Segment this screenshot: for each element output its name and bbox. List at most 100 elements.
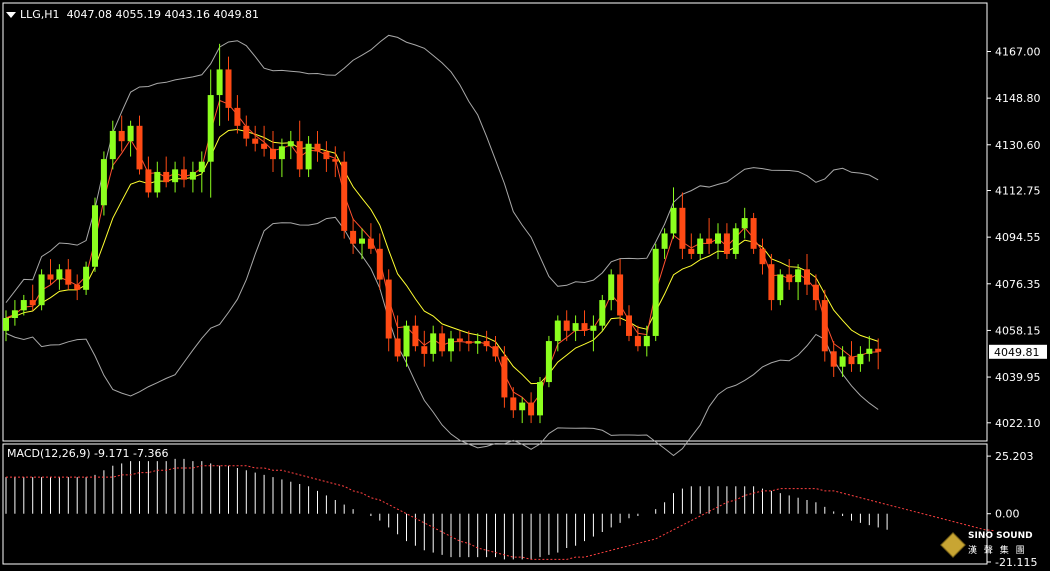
- candle-body: [581, 323, 588, 331]
- chart-canvas: 4167.00 4148.80 4130.60 4112.75 4094.55 4076.…: [2, 2, 1047, 569]
- candle-body: [848, 356, 855, 365]
- candle-body: [750, 218, 757, 249]
- candle-body: [332, 159, 339, 162]
- candle-body: [741, 218, 748, 229]
- symbol-label: LLG,H1: [20, 8, 60, 21]
- candle-body: [100, 159, 107, 206]
- candle-body: [314, 143, 321, 152]
- candle-body: [38, 274, 45, 306]
- candle-body: [448, 338, 454, 352]
- candle-body: [652, 248, 659, 336]
- candle-body: [866, 348, 873, 354]
- candle-body: [323, 151, 330, 160]
- price-axis-label: 4039.95: [995, 371, 1041, 384]
- candle-body: [252, 138, 259, 144]
- candle-body: [234, 107, 241, 126]
- candle-body: [367, 238, 374, 249]
- symbol-ohlc-header: LLG,H1 4047.08 4055.19 4043.16 4049.81: [20, 8, 259, 21]
- price-axis-label: 4112.75: [995, 185, 1041, 198]
- candle-body: [777, 274, 784, 301]
- candle-body: [207, 95, 214, 162]
- candle-body: [599, 300, 606, 326]
- candle-body: [394, 338, 401, 357]
- candle-body: [519, 402, 526, 411]
- candle-body: [821, 300, 828, 352]
- price-axis-label: 4022.10: [995, 417, 1041, 430]
- candle-body: [554, 320, 561, 342]
- candle-body: [421, 346, 428, 354]
- macd-title: MACD(12,26,9) -9.171 -7.366: [7, 447, 169, 460]
- ohlc-values: 4047.08 4055.19 4043.16 4049.81: [66, 8, 260, 21]
- brand-logo: SINO SOUND 漢 聲 集 團: [940, 531, 1042, 563]
- price-axis-label: 4058.15: [995, 324, 1041, 337]
- candle-body: [688, 248, 695, 254]
- candle-body: [74, 284, 81, 290]
- candle-body: [643, 335, 650, 347]
- candle-body: [572, 323, 579, 331]
- candle-body: [172, 169, 179, 183]
- candle-body: [715, 233, 721, 244]
- candle-body: [875, 348, 882, 352]
- price-panel-frame: [2, 2, 988, 442]
- candle-body: [545, 341, 552, 383]
- candle-body: [483, 341, 490, 347]
- candle-body: [47, 274, 54, 280]
- candle-body: [430, 333, 437, 354]
- candle-body: [163, 171, 170, 183]
- candle-body: [189, 171, 196, 180]
- candle-body: [243, 125, 250, 139]
- candle-body: [465, 341, 472, 344]
- candle-body: [154, 171, 161, 193]
- candle-body: [3, 318, 9, 331]
- candle-body: [474, 341, 481, 344]
- candle-body: [29, 300, 36, 306]
- candle-body: [198, 161, 205, 172]
- candle-body: [56, 269, 63, 280]
- candle-body: [839, 356, 846, 367]
- price-axis-label: 4094.55: [995, 231, 1041, 244]
- candle-body: [786, 274, 793, 283]
- macd-signal-line: [6, 465, 994, 560]
- candle-body: [670, 207, 677, 234]
- candle-body: [634, 335, 641, 347]
- macd-axis-label: 25.203: [995, 450, 1034, 463]
- candle-body: [287, 141, 294, 147]
- candle-body: [608, 274, 615, 301]
- candle-body: [697, 238, 704, 254]
- candle-body: [617, 274, 624, 316]
- macd-axis-label: 0.00: [995, 508, 1020, 521]
- candle-body: [795, 269, 802, 283]
- candle-body: [216, 69, 223, 96]
- candle-body: [492, 346, 499, 357]
- candle-body: [136, 125, 143, 170]
- candle-body: [528, 402, 535, 416]
- logo-diamond-icon: [940, 532, 966, 558]
- candle-body: [385, 279, 392, 339]
- candle-body: [11, 310, 18, 318]
- candle-body: [723, 233, 730, 254]
- price-axis-label: 4130.60: [995, 139, 1041, 152]
- candle-body: [350, 230, 357, 244]
- candle-body: [296, 141, 303, 170]
- candle-body: [661, 233, 668, 249]
- candle-body: [857, 353, 864, 365]
- candle-body: [341, 161, 348, 231]
- price-axis-label: 4076.35: [995, 278, 1041, 291]
- candle-body: [537, 382, 543, 416]
- candle-body: [439, 333, 446, 352]
- candle-body: [127, 125, 134, 142]
- candle-body: [225, 69, 232, 108]
- candle-body: [456, 338, 463, 342]
- candle-body: [305, 143, 312, 170]
- candle-body: [83, 266, 90, 290]
- symbol-menu-arrow-icon[interactable]: [6, 12, 16, 18]
- candle-body: [261, 143, 268, 149]
- logo-title: SINO SOUND: [968, 531, 1033, 541]
- candle-body: [679, 207, 686, 249]
- candle-body: [92, 205, 98, 267]
- candle-body: [65, 269, 72, 285]
- candle-body: [759, 248, 766, 265]
- candle-body: [376, 248, 383, 280]
- candle-body: [501, 356, 508, 398]
- candle-body: [278, 146, 285, 160]
